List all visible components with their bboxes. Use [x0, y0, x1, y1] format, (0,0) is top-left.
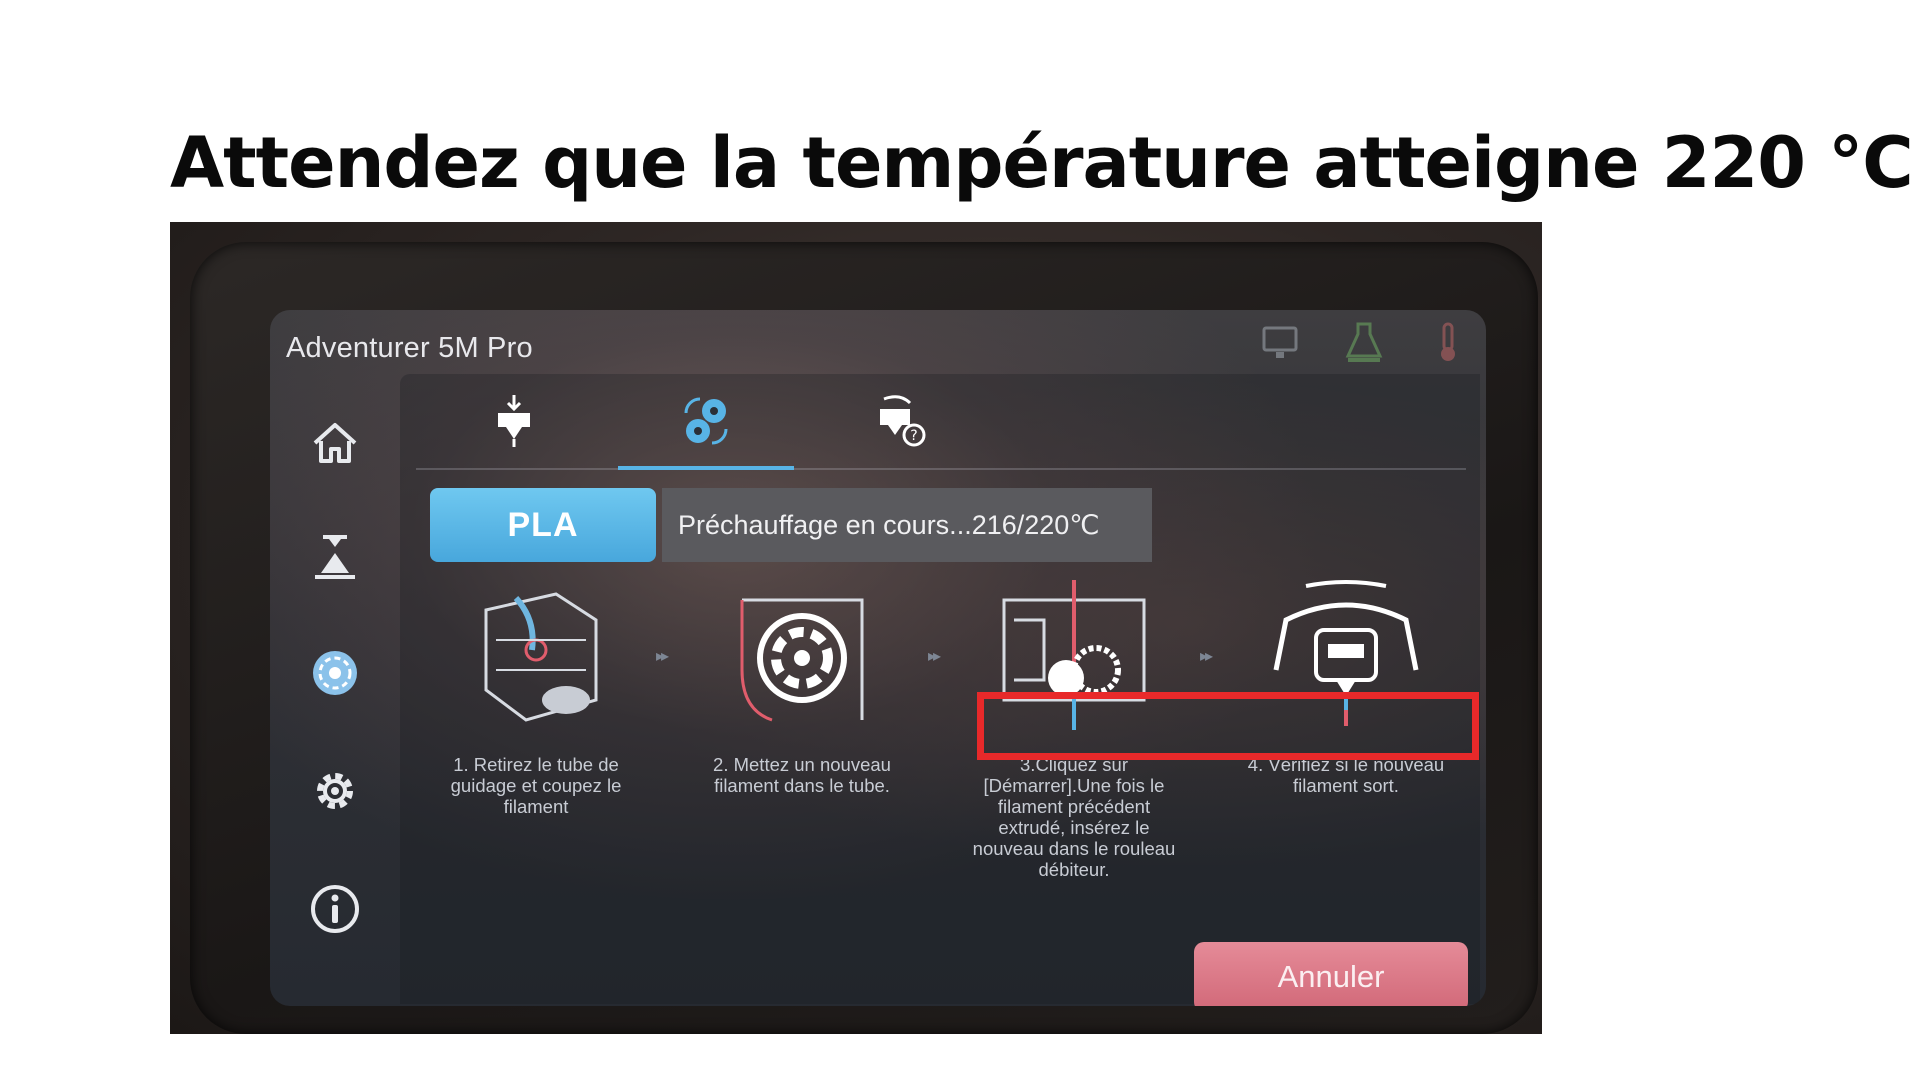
step-4-text: 4. Vérifiez si le nouveau filament sort.	[1247, 754, 1445, 796]
step-2: 2. Mettez un nouveau filament dans le tu…	[690, 580, 914, 796]
tab-load-filament[interactable]	[426, 374, 602, 468]
printer-flask-icon	[1344, 320, 1384, 364]
step-3-text: 3.Cliquez sur [Démarrer].Une fois le fil…	[972, 754, 1176, 880]
thermometer-icon	[1428, 320, 1468, 364]
filament-spool-icon	[313, 651, 357, 695]
load-filament-icon	[498, 395, 530, 447]
preheat-status: Préchauffage en cours...216/220℃	[662, 488, 1152, 562]
svg-text:?: ?	[910, 428, 917, 444]
printer-bezel: Adventurer 5M Pro ? PLA Préchauffage en …	[190, 242, 1538, 1034]
step-arrow-icon: ▸▸	[928, 648, 941, 665]
sidebar-item-filament[interactable]	[290, 628, 380, 718]
content-panel: ? PLA Préchauffage en cours...216/220℃ 1…	[400, 374, 1480, 1006]
touch-screen: Adventurer 5M Pro ? PLA Préchauffage en …	[270, 310, 1486, 1006]
material-button[interactable]: PLA	[430, 488, 656, 562]
sidebar-item-info[interactable]	[290, 864, 380, 954]
status-icons	[1260, 320, 1468, 364]
step-2-text: 2. Mettez un nouveau filament dans le tu…	[713, 754, 891, 796]
monitor-icon	[1260, 320, 1300, 364]
cancel-button[interactable]: Annuler	[1194, 942, 1468, 1006]
step-1-text: 1. Retirez le tube de guidage et coupez …	[450, 754, 622, 817]
page-headline: Attendez que la température atteigne 220…	[170, 122, 1914, 204]
step-1: 1. Retirez le tube de guidage et coupez …	[424, 580, 648, 817]
tab-change-filament[interactable]	[618, 374, 794, 470]
step-arrow-icon: ▸▸	[656, 648, 669, 665]
sidebar	[290, 398, 380, 998]
sidebar-item-home[interactable]	[290, 398, 380, 488]
step-4: 4. Vérifiez si le nouveau filament sort.	[1234, 580, 1458, 796]
sidebar-item-print[interactable]	[290, 512, 380, 602]
step-1-illustration	[424, 580, 648, 740]
step-arrow-icon: ▸▸	[1200, 648, 1213, 665]
print-nozzle-icon	[315, 535, 355, 579]
step-2-illustration	[690, 580, 914, 740]
tab-filament-help[interactable]: ?	[812, 374, 988, 468]
tab-bar: ?	[416, 374, 1466, 470]
change-filament-icon	[684, 397, 728, 445]
highlight-annotation	[977, 692, 1479, 760]
app-title: Adventurer 5M Pro	[286, 332, 533, 364]
info-icon	[311, 885, 359, 933]
sidebar-item-settings[interactable]	[290, 746, 380, 836]
filament-help-icon: ?	[880, 395, 926, 447]
home-icon	[313, 423, 357, 463]
printer-photo: Adventurer 5M Pro ? PLA Préchauffage en …	[170, 222, 1542, 1034]
gear-icon	[317, 773, 353, 809]
